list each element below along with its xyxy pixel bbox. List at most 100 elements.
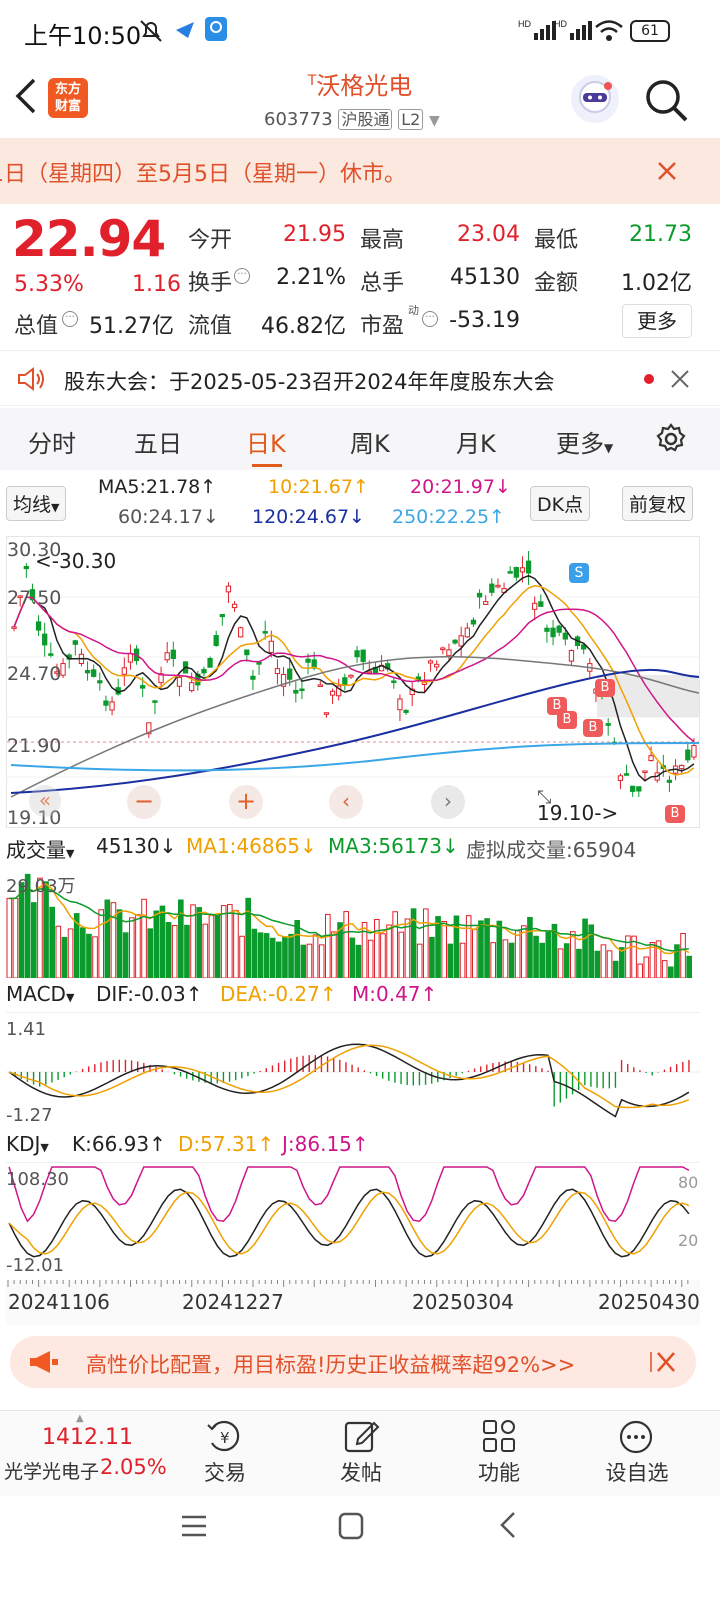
settings-icon[interactable]	[654, 422, 688, 460]
candle-body	[623, 773, 630, 776]
more-button[interactable]: 更多	[622, 304, 692, 338]
dk-point-button[interactable]: DK点	[530, 486, 591, 521]
tab-more[interactable]: 更多▼	[556, 424, 613, 459]
dropdown-icon: ▼	[66, 847, 75, 860]
shareholder-notice[interactable]: 股东大会：于2025-05-23召开2024年年度股东大会	[0, 350, 720, 406]
speaker-icon	[16, 365, 46, 397]
stock-subtitle[interactable]: 603773 沪股通 L2 ▼	[264, 106, 440, 130]
volume-bar	[61, 936, 68, 978]
volume-bar	[423, 908, 429, 978]
candle-body	[323, 712, 330, 715]
macd-chart[interactable]: 1.41 -1.27	[6, 1012, 700, 1130]
date-axis: 20241106 20241227 20250304 20250430	[6, 1280, 700, 1326]
ma-selector[interactable]: 均线▼	[6, 486, 67, 521]
notice-text: 股东大会：于2025-05-23召开2024年年度股东大会	[64, 370, 555, 394]
candle-body	[495, 584, 501, 588]
quote-value: 21.73	[629, 222, 692, 247]
menu-icon[interactable]	[180, 1514, 208, 1542]
volume-bar	[374, 918, 380, 978]
zoom-out-button[interactable]: −	[127, 785, 161, 819]
close-icon[interactable]	[670, 369, 690, 393]
search-icon[interactable]	[642, 76, 690, 128]
volume-bar	[472, 928, 478, 978]
volume-selector[interactable]: 成交量▼	[6, 834, 74, 863]
volume-bar	[612, 960, 619, 978]
volume-bar	[606, 950, 613, 978]
volume-bar	[6, 897, 13, 978]
volume-legend-item: 虚拟成交量:65904	[466, 838, 637, 862]
candle-body	[342, 677, 348, 686]
tab-daily-k[interactable]: 日K	[246, 424, 286, 459]
sector-index[interactable]: ▲ 1412.11 光学光电子 2.05%	[4, 1411, 167, 1497]
volume-bar	[416, 943, 423, 978]
buy-marker[interactable]: B	[557, 711, 577, 729]
info-icon[interactable]: ···	[422, 311, 438, 327]
candle-body	[170, 649, 176, 659]
quote-label: 今开	[188, 228, 233, 253]
volume-bar	[367, 939, 374, 978]
info-icon[interactable]: ···	[62, 311, 78, 327]
macd-selector[interactable]: MACD▼	[6, 982, 74, 1006]
level-tag: L2	[398, 109, 424, 130]
promo-banner[interactable]: 高性价比配置，用目标盈!历史正收益概率超92%>>	[10, 1336, 696, 1388]
tab-intraday[interactable]: 分时	[28, 424, 76, 459]
buy-marker[interactable]: B	[595, 679, 615, 697]
volume-bar	[355, 944, 362, 978]
home-icon[interactable]	[338, 1512, 364, 1544]
quote-value: 1.02亿	[621, 271, 692, 296]
scroll-left-button[interactable]: ‹	[329, 785, 363, 819]
info-icon[interactable]: ···	[234, 268, 250, 284]
watchlist-button[interactable]: 设自选	[592, 1411, 682, 1497]
volume-legend-item: MA1:46865↓	[186, 834, 317, 858]
buy-marker[interactable]: B	[665, 805, 685, 823]
close-icon[interactable]	[650, 1350, 676, 1378]
candle-body	[329, 690, 336, 696]
quote-label: 最低	[534, 228, 579, 253]
battery-icon: 61	[630, 20, 670, 42]
dif-line	[8, 1043, 690, 1118]
scroll-right-button[interactable]: ›	[431, 785, 465, 819]
volume-bar	[392, 911, 398, 978]
candle-body	[72, 640, 78, 645]
volume-bar	[484, 918, 490, 978]
trade-button[interactable]: ¥ 交易	[180, 1411, 270, 1497]
volume-bar	[239, 935, 245, 978]
volume-bar	[178, 899, 184, 978]
volume-bar	[288, 933, 294, 978]
candle-body	[152, 700, 158, 703]
post-button[interactable]: 发帖	[316, 1411, 406, 1497]
kline-chart[interactable]: 30.30 27.50 24.70 21.90 19.10 <-30.30 19…	[6, 536, 700, 829]
quote-value: 46.82亿	[261, 314, 346, 339]
svg-text:HD: HD	[554, 19, 567, 29]
buy-marker[interactable]: B	[583, 719, 603, 737]
edit-icon	[344, 1419, 380, 1457]
kdj-chart[interactable]: 108.30 -12.01 80 20	[6, 1162, 700, 1280]
adjust-mode-button[interactable]: 前复权	[622, 486, 694, 521]
fullscreen-icon[interactable]: ⤡	[537, 787, 551, 808]
tab-monthly-k[interactable]: 月K	[456, 424, 496, 459]
tab-weekly-k[interactable]: 周K	[350, 424, 390, 459]
volume-chart[interactable]: 29.03万	[6, 862, 700, 978]
back-icon[interactable]	[498, 1510, 518, 1544]
functions-button[interactable]: 功能	[454, 1411, 544, 1497]
sell-marker[interactable]: S	[569, 563, 589, 583]
zoom-in-button[interactable]: +	[229, 785, 263, 819]
candle-body	[666, 779, 673, 783]
candle-body	[391, 680, 397, 683]
scroll-left-fast-button[interactable]: «	[29, 785, 61, 817]
volume-bar	[49, 906, 55, 978]
candle-body	[562, 632, 568, 640]
volume-bar	[306, 943, 313, 978]
volume-bar	[386, 924, 392, 978]
candle-body	[250, 675, 256, 680]
watchlist-label: 设自选	[605, 1461, 669, 1485]
volume-bar	[165, 921, 172, 978]
kdj-selector[interactable]: KDJ▼	[6, 1132, 49, 1156]
assistant-avatar-icon[interactable]	[568, 72, 622, 130]
y-axis-label: -12.01	[6, 1255, 65, 1276]
tab-five-day[interactable]: 五日	[134, 424, 182, 459]
candle-body	[648, 755, 654, 762]
close-icon[interactable]	[656, 160, 678, 186]
candle-body	[274, 668, 281, 674]
pe-superscript: 动	[408, 304, 419, 317]
